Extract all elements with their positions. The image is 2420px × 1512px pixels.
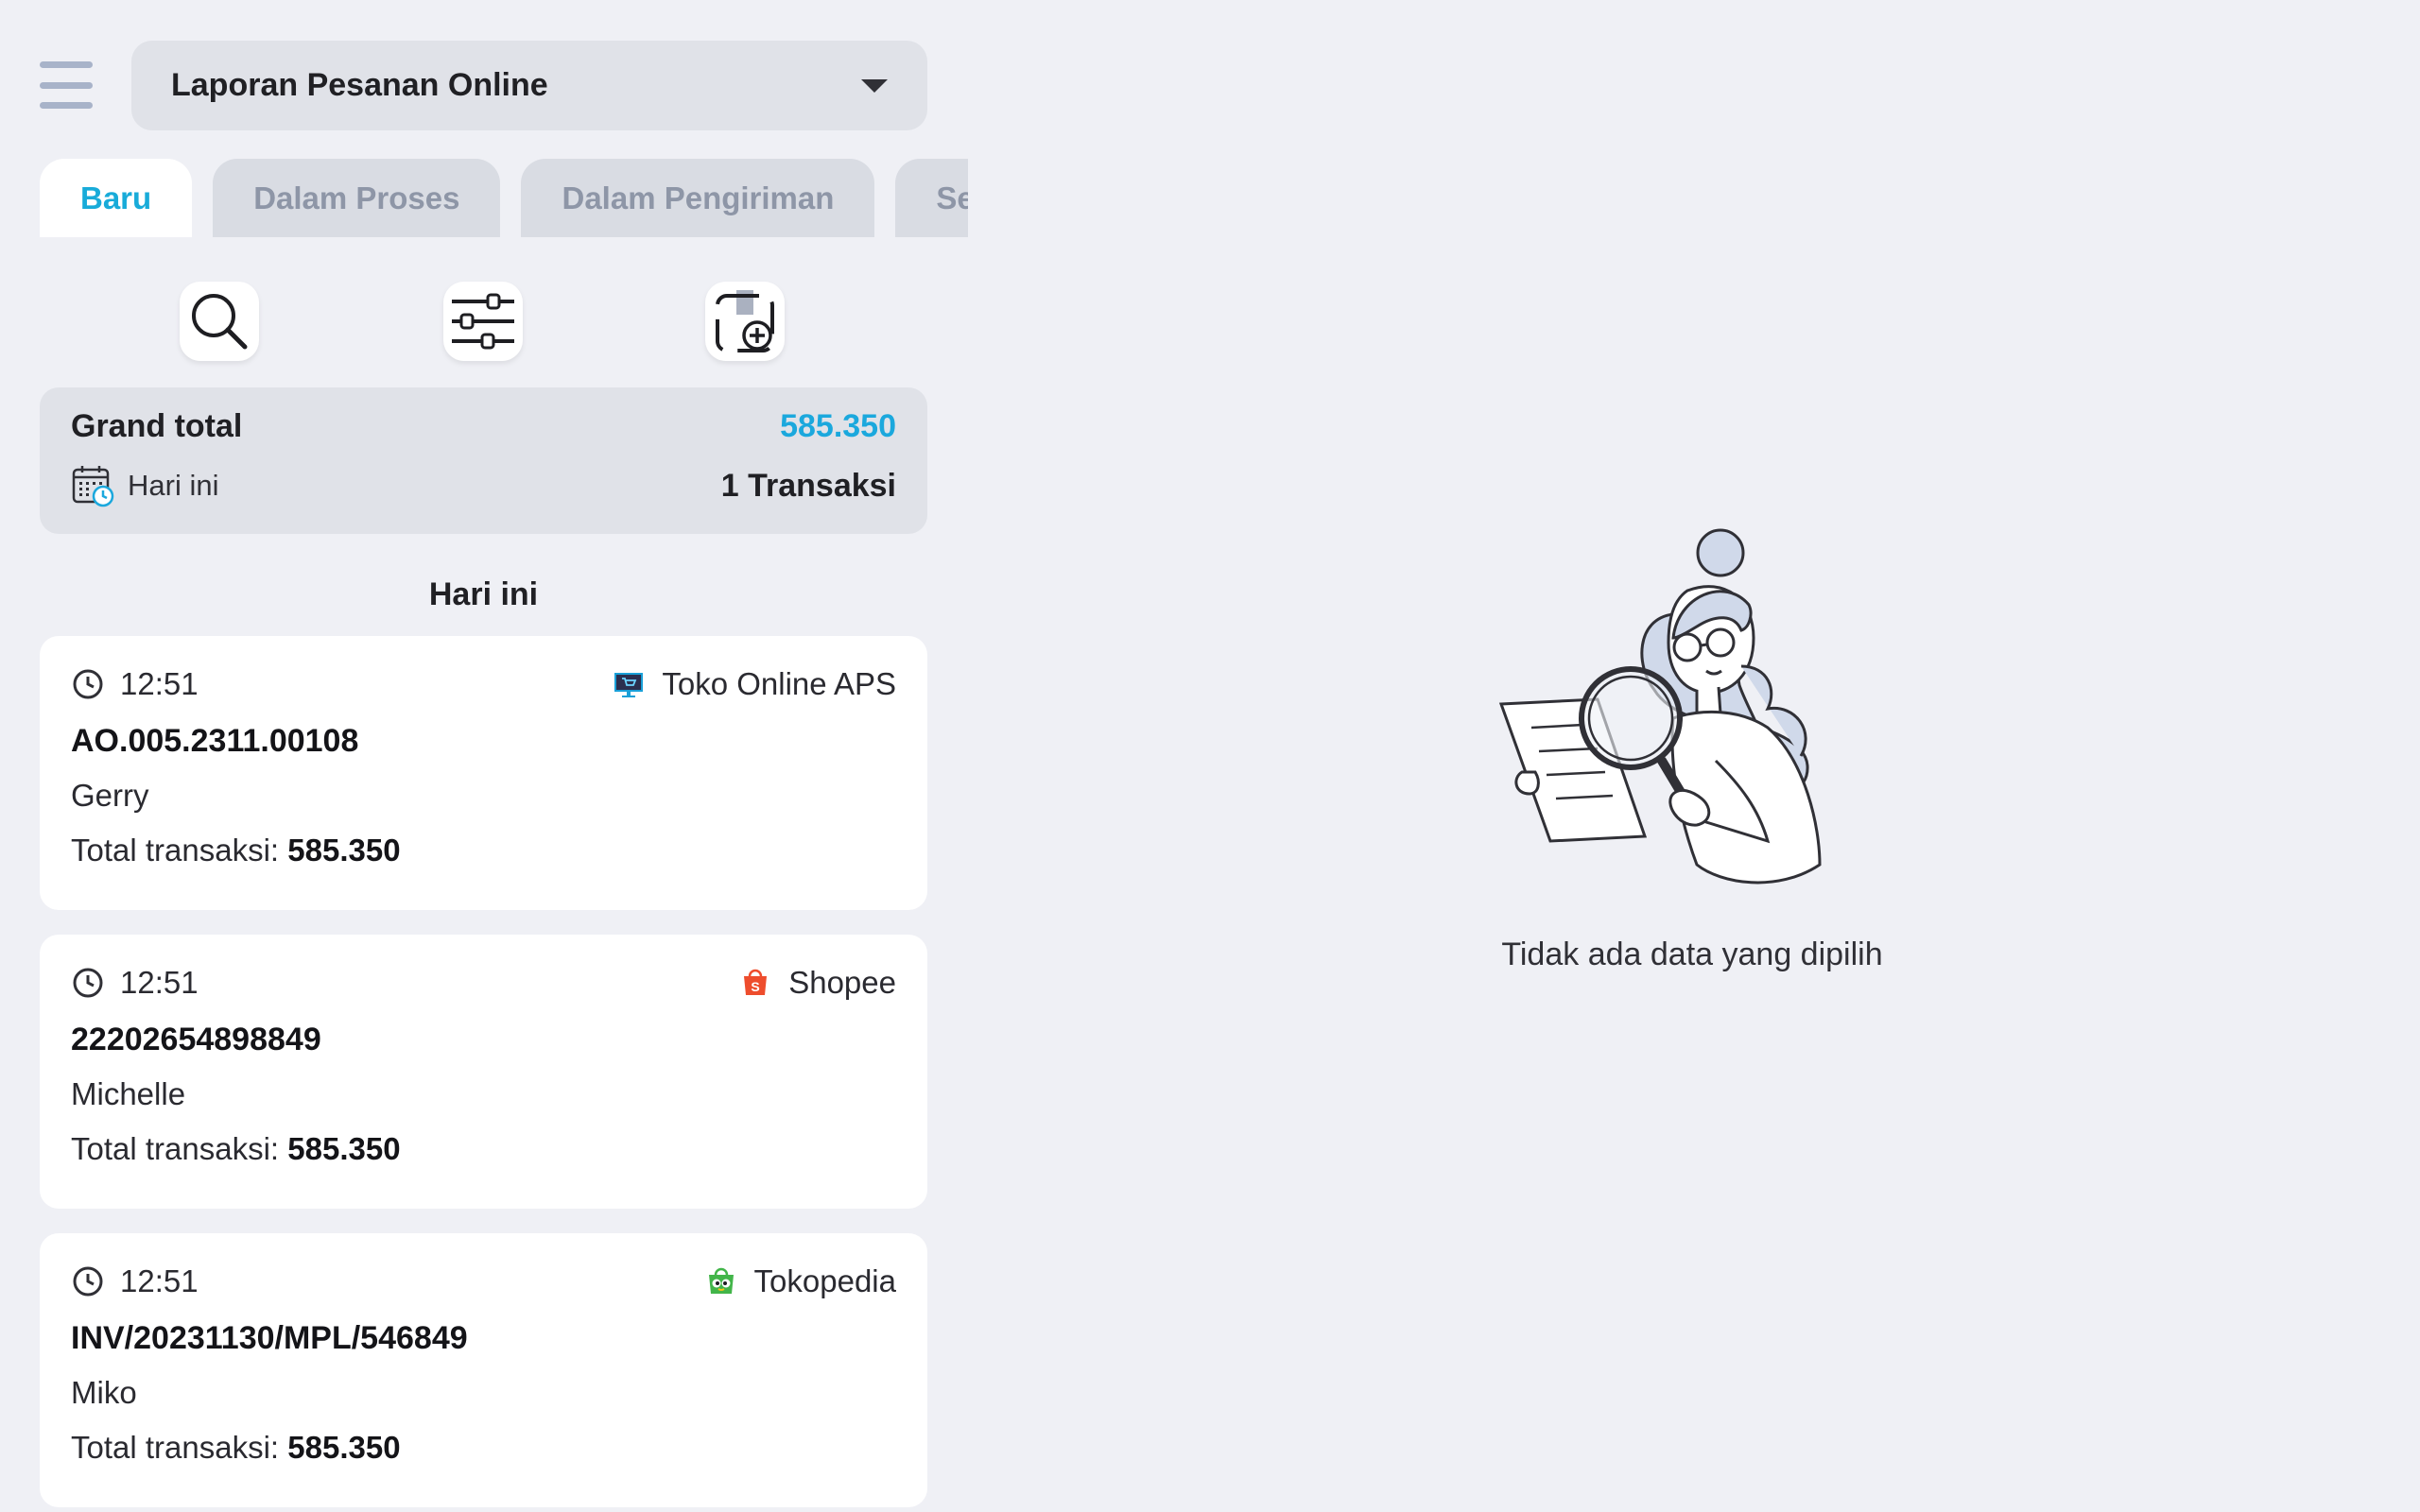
grand-total-label: Grand total — [71, 408, 243, 444]
menu-icon[interactable] — [40, 59, 93, 112]
order-number: AO.005.2311.00108 — [71, 723, 359, 759]
section-title: Hari ini — [428, 576, 539, 612]
store-name: Tokopedia — [753, 1263, 896, 1298]
tab-dalam-pengiriman[interactable]: Dalam Pengiriman — [521, 159, 875, 237]
order-time: 12:51 — [120, 965, 199, 1000]
tokopedia-bag-icon — [708, 1267, 734, 1294]
total-value: 585.350 — [287, 1430, 401, 1465]
woman-magnifier-illustration — [1498, 528, 1822, 885]
add-order-button[interactable] — [705, 282, 785, 361]
store-name: Shopee — [788, 965, 896, 1000]
total-label: Total transaksi: — [71, 1430, 280, 1465]
order-number: INV/20231130/MPL/546849 — [71, 1320, 468, 1356]
customer-name: Miko — [71, 1375, 137, 1410]
order-total: Total transaksi: 585.350 — [71, 1125, 896, 1173]
status-tabs: Baru Dalam Proses Dalam Pengiriman Seles… — [40, 159, 968, 237]
tab-baru[interactable]: Baru — [40, 159, 193, 237]
clock-icon — [73, 968, 103, 998]
order-time: 12:51 — [120, 666, 199, 701]
sliders-icon — [452, 293, 514, 350]
shopee-bag-icon: S — [744, 969, 768, 995]
order-number: 22202654898849 — [71, 1022, 321, 1057]
customer-name: Gerry — [71, 778, 149, 813]
empty-state: Tidak ada data yang dipilih — [1484, 524, 1900, 973]
period-selector[interactable]: Hari ini — [71, 464, 218, 507]
order-card[interactable]: 12:51 S Shopee 22202654898849 Michelle T… — [40, 935, 927, 1209]
empty-state-message: Tidak ada data yang dipilih — [1501, 936, 1883, 972]
transaction-count: 1 Transaksi — [720, 467, 896, 504]
filter-button[interactable] — [443, 282, 523, 361]
order-card[interactable]: 12:51 Tokopedia INV/20231130/MPL/546849 … — [40, 1233, 927, 1507]
search-button[interactable] — [180, 282, 259, 361]
customer-name: Michelle — [71, 1076, 186, 1111]
grand-total-value: 585.350 — [780, 408, 896, 444]
order-total: Total transaksi: 585.350 — [71, 827, 896, 874]
toolbar — [0, 282, 968, 363]
svg-text:S: S — [752, 979, 760, 994]
report-type-dropdown[interactable]: Laporan Pesanan Online — [131, 41, 927, 130]
total-value: 585.350 — [287, 833, 401, 868]
grand-total-summary: Grand total 585.350 Hari ini 1 Transaksi — [40, 387, 927, 534]
order-total: Total transaksi: 585.350 — [71, 1424, 896, 1471]
total-label: Total transaksi: — [71, 1131, 280, 1166]
order-card[interactable]: 12:51 Toko Online APS AO.005.2311.00108 … — [40, 636, 927, 910]
search-icon — [192, 294, 248, 350]
total-value: 585.350 — [287, 1131, 401, 1166]
clock-icon — [73, 1266, 103, 1297]
period-label: Hari ini — [128, 469, 219, 502]
order-time: 12:51 — [120, 1263, 199, 1298]
calendar-clock-icon — [72, 466, 114, 507]
tab-selesai[interactable]: Selesai — [895, 159, 968, 237]
add-document-icon — [716, 290, 774, 352]
monitor-cart-icon — [614, 673, 644, 697]
chevron-down-icon — [861, 78, 888, 93]
total-label: Total transaksi: — [71, 833, 280, 868]
store-name: Toko Online APS — [662, 666, 896, 701]
tab-dalam-proses[interactable]: Dalam Proses — [213, 159, 501, 237]
clock-icon — [73, 669, 103, 699]
report-type-label: Laporan Pesanan Online — [171, 67, 548, 103]
